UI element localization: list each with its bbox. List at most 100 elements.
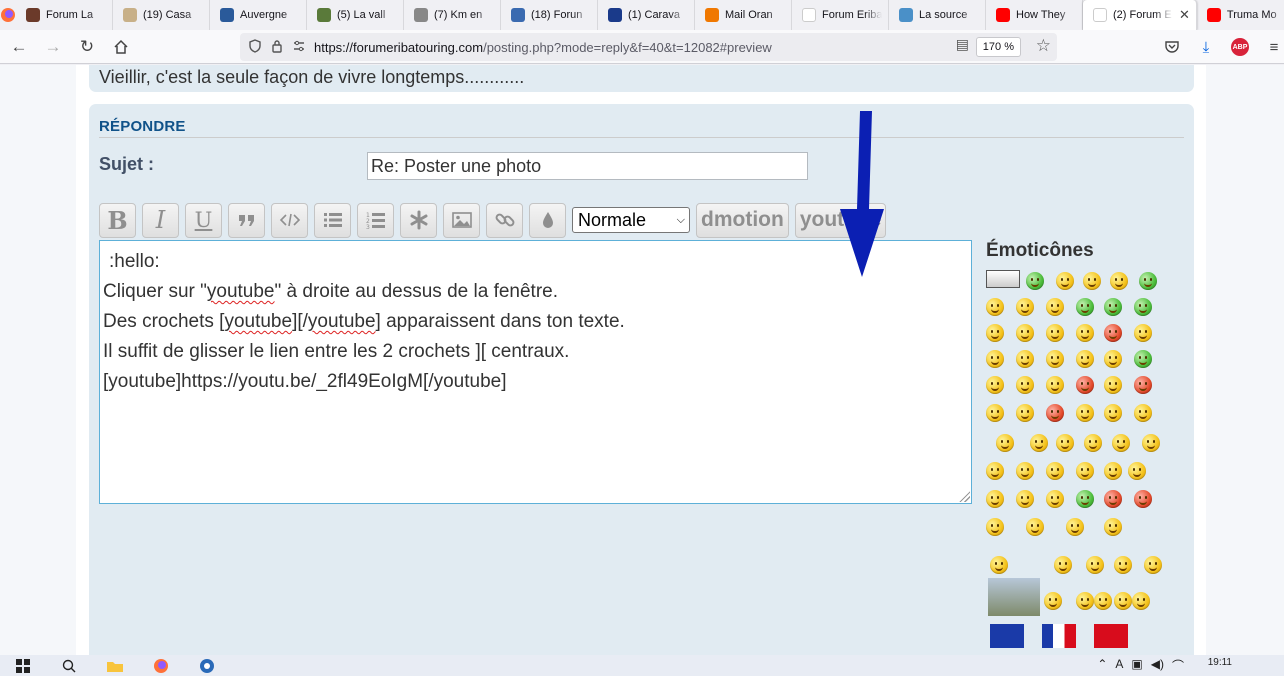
smiley-icon[interactable] (1083, 272, 1101, 290)
smiley-icon[interactable] (1076, 298, 1094, 316)
smiley-icon[interactable] (1134, 324, 1152, 342)
smiley-icon[interactable] (1134, 298, 1152, 316)
smiley-icon[interactable] (1016, 462, 1034, 480)
volume-icon[interactable]: ◀) (1151, 657, 1164, 674)
smiley-icon[interactable] (1066, 518, 1084, 536)
swiss-flag-icon[interactable] (1094, 624, 1128, 648)
smiley-icon[interactable] (986, 518, 1004, 536)
smiley-icon[interactable] (1076, 592, 1094, 610)
viking-ship-icon[interactable] (988, 578, 1040, 616)
app-taskbar-icon[interactable] (184, 655, 230, 676)
smiley-icon[interactable] (1046, 298, 1064, 316)
france-flag-icon[interactable] (1042, 624, 1076, 648)
list-button[interactable] (314, 202, 351, 238)
smiley-icon[interactable] (1026, 518, 1044, 536)
input-method-icon[interactable]: A (1115, 657, 1123, 674)
smiley-icon[interactable] (1076, 376, 1094, 394)
smiley-icon[interactable] (986, 324, 1004, 342)
smiley-icon[interactable] (1016, 404, 1034, 422)
bold-button[interactable]: B (99, 202, 136, 238)
smiley-icon[interactable] (1084, 434, 1102, 452)
url-text[interactable]: https://forumeribatouring.com/posting.ph… (314, 40, 772, 55)
file-explorer-icon[interactable] (92, 655, 138, 676)
search-icon[interactable] (46, 655, 92, 676)
smiley-icon[interactable] (1104, 518, 1122, 536)
smiley-icon[interactable] (1016, 490, 1034, 508)
link-button[interactable] (486, 202, 523, 238)
resize-handle[interactable] (958, 490, 970, 502)
smiley-icon[interactable] (990, 556, 1008, 574)
bookmark-star-icon[interactable]: ☆ (1036, 36, 1051, 56)
browser-tab[interactable]: (18) Forun (501, 0, 598, 30)
windows-start-icon[interactable] (0, 655, 46, 676)
smiley-icon[interactable] (1076, 462, 1094, 480)
smiley-icon[interactable] (1144, 556, 1162, 574)
smiley-icon[interactable] (1056, 434, 1074, 452)
browser-tab[interactable]: (7) Km en (404, 0, 501, 30)
permissions-icon[interactable] (288, 39, 310, 56)
smiley-icon[interactable] (1076, 404, 1094, 422)
smiley-icon[interactable] (1016, 298, 1034, 316)
smiley-icon[interactable] (1112, 434, 1130, 452)
smiley-icon[interactable] (1086, 556, 1104, 574)
smiley-icon[interactable] (1134, 350, 1152, 368)
smiley-icon[interactable] (1016, 324, 1034, 342)
browser-tab[interactable]: Auvergne (210, 0, 307, 30)
code-button[interactable] (271, 202, 308, 238)
smiley-icon[interactable] (1016, 350, 1034, 368)
smiley-icon[interactable] (1134, 490, 1152, 508)
message-textarea[interactable]: :hello: Cliquer sur "youtube" à droite a… (99, 240, 972, 504)
font-size-select[interactable]: Normale ⌵ (572, 207, 690, 233)
smiley-icon[interactable] (1110, 272, 1128, 290)
quote-button[interactable] (228, 202, 265, 238)
eu-flag-icon[interactable] (990, 624, 1024, 648)
adblock-icon[interactable]: ABP (1228, 35, 1252, 59)
smiley-icon[interactable] (1104, 324, 1122, 342)
smiley-icon[interactable] (986, 298, 1004, 316)
forward-icon[interactable]: → (36, 32, 70, 62)
reload-icon[interactable]: ↻ (70, 32, 104, 62)
back-icon[interactable]: ← (2, 32, 36, 62)
browser-tab[interactable]: (1) Carava (598, 0, 695, 30)
smiley-icon[interactable] (1026, 272, 1044, 290)
browser-tab[interactable]: How They (986, 0, 1083, 30)
smiley-icon[interactable] (986, 462, 1004, 480)
page-viewport[interactable]: Vieillir, c'est la seule façon de vivre … (0, 65, 1284, 655)
smiley-icon[interactable] (1044, 592, 1062, 610)
smiley-icon[interactable] (1104, 462, 1122, 480)
browser-tab[interactable]: Mail Oran (695, 0, 792, 30)
smiley-icon[interactable] (1104, 404, 1122, 422)
smiley-icon[interactable] (1076, 350, 1094, 368)
browser-tab[interactable]: Forum La (16, 0, 113, 30)
smiley-icon[interactable] (986, 376, 1004, 394)
wifi-icon[interactable]: ⌒ (1172, 657, 1184, 674)
caravan-icon[interactable] (986, 270, 1020, 288)
url-bar[interactable]: https://forumeribatouring.com/posting.ph… (240, 33, 1057, 61)
smiley-icon[interactable] (986, 350, 1004, 368)
close-tab-icon[interactable]: ✕ (1179, 7, 1190, 23)
underline-button[interactable]: U (185, 202, 222, 238)
numbered-list-button[interactable]: 123 (357, 202, 394, 238)
smiley-icon[interactable] (1134, 404, 1152, 422)
smiley-icon[interactable] (1046, 350, 1064, 368)
chevron-up-icon[interactable]: ⌃ (1097, 657, 1107, 674)
browser-tab[interactable]: La source (889, 0, 986, 30)
browser-tab[interactable]: Truma Mo (1197, 0, 1284, 30)
smiley-icon[interactable] (1094, 592, 1112, 610)
smiley-icon[interactable] (1016, 376, 1034, 394)
dmotion-button[interactable]: dmotion (696, 202, 789, 238)
firefox-icon[interactable] (0, 0, 16, 30)
italic-button[interactable]: I (142, 202, 179, 238)
zoom-level[interactable]: 170 % (975, 37, 1021, 57)
smiley-icon[interactable] (1030, 434, 1048, 452)
color-button[interactable] (529, 202, 566, 238)
subject-input[interactable]: Re: Poster une photo (367, 152, 808, 180)
menu-icon[interactable]: ≡ (1262, 35, 1284, 59)
browser-tab[interactable]: Forum Eriba T (792, 0, 889, 30)
smiley-icon[interactable] (1046, 404, 1064, 422)
browser-tab[interactable]: (19) Casa (113, 0, 210, 30)
smiley-icon[interactable] (1114, 556, 1132, 574)
smiley-icon[interactable] (1142, 434, 1160, 452)
smiley-icon[interactable] (1104, 298, 1122, 316)
browser-tab[interactable]: (2) Forum E ✕ (1083, 0, 1197, 30)
